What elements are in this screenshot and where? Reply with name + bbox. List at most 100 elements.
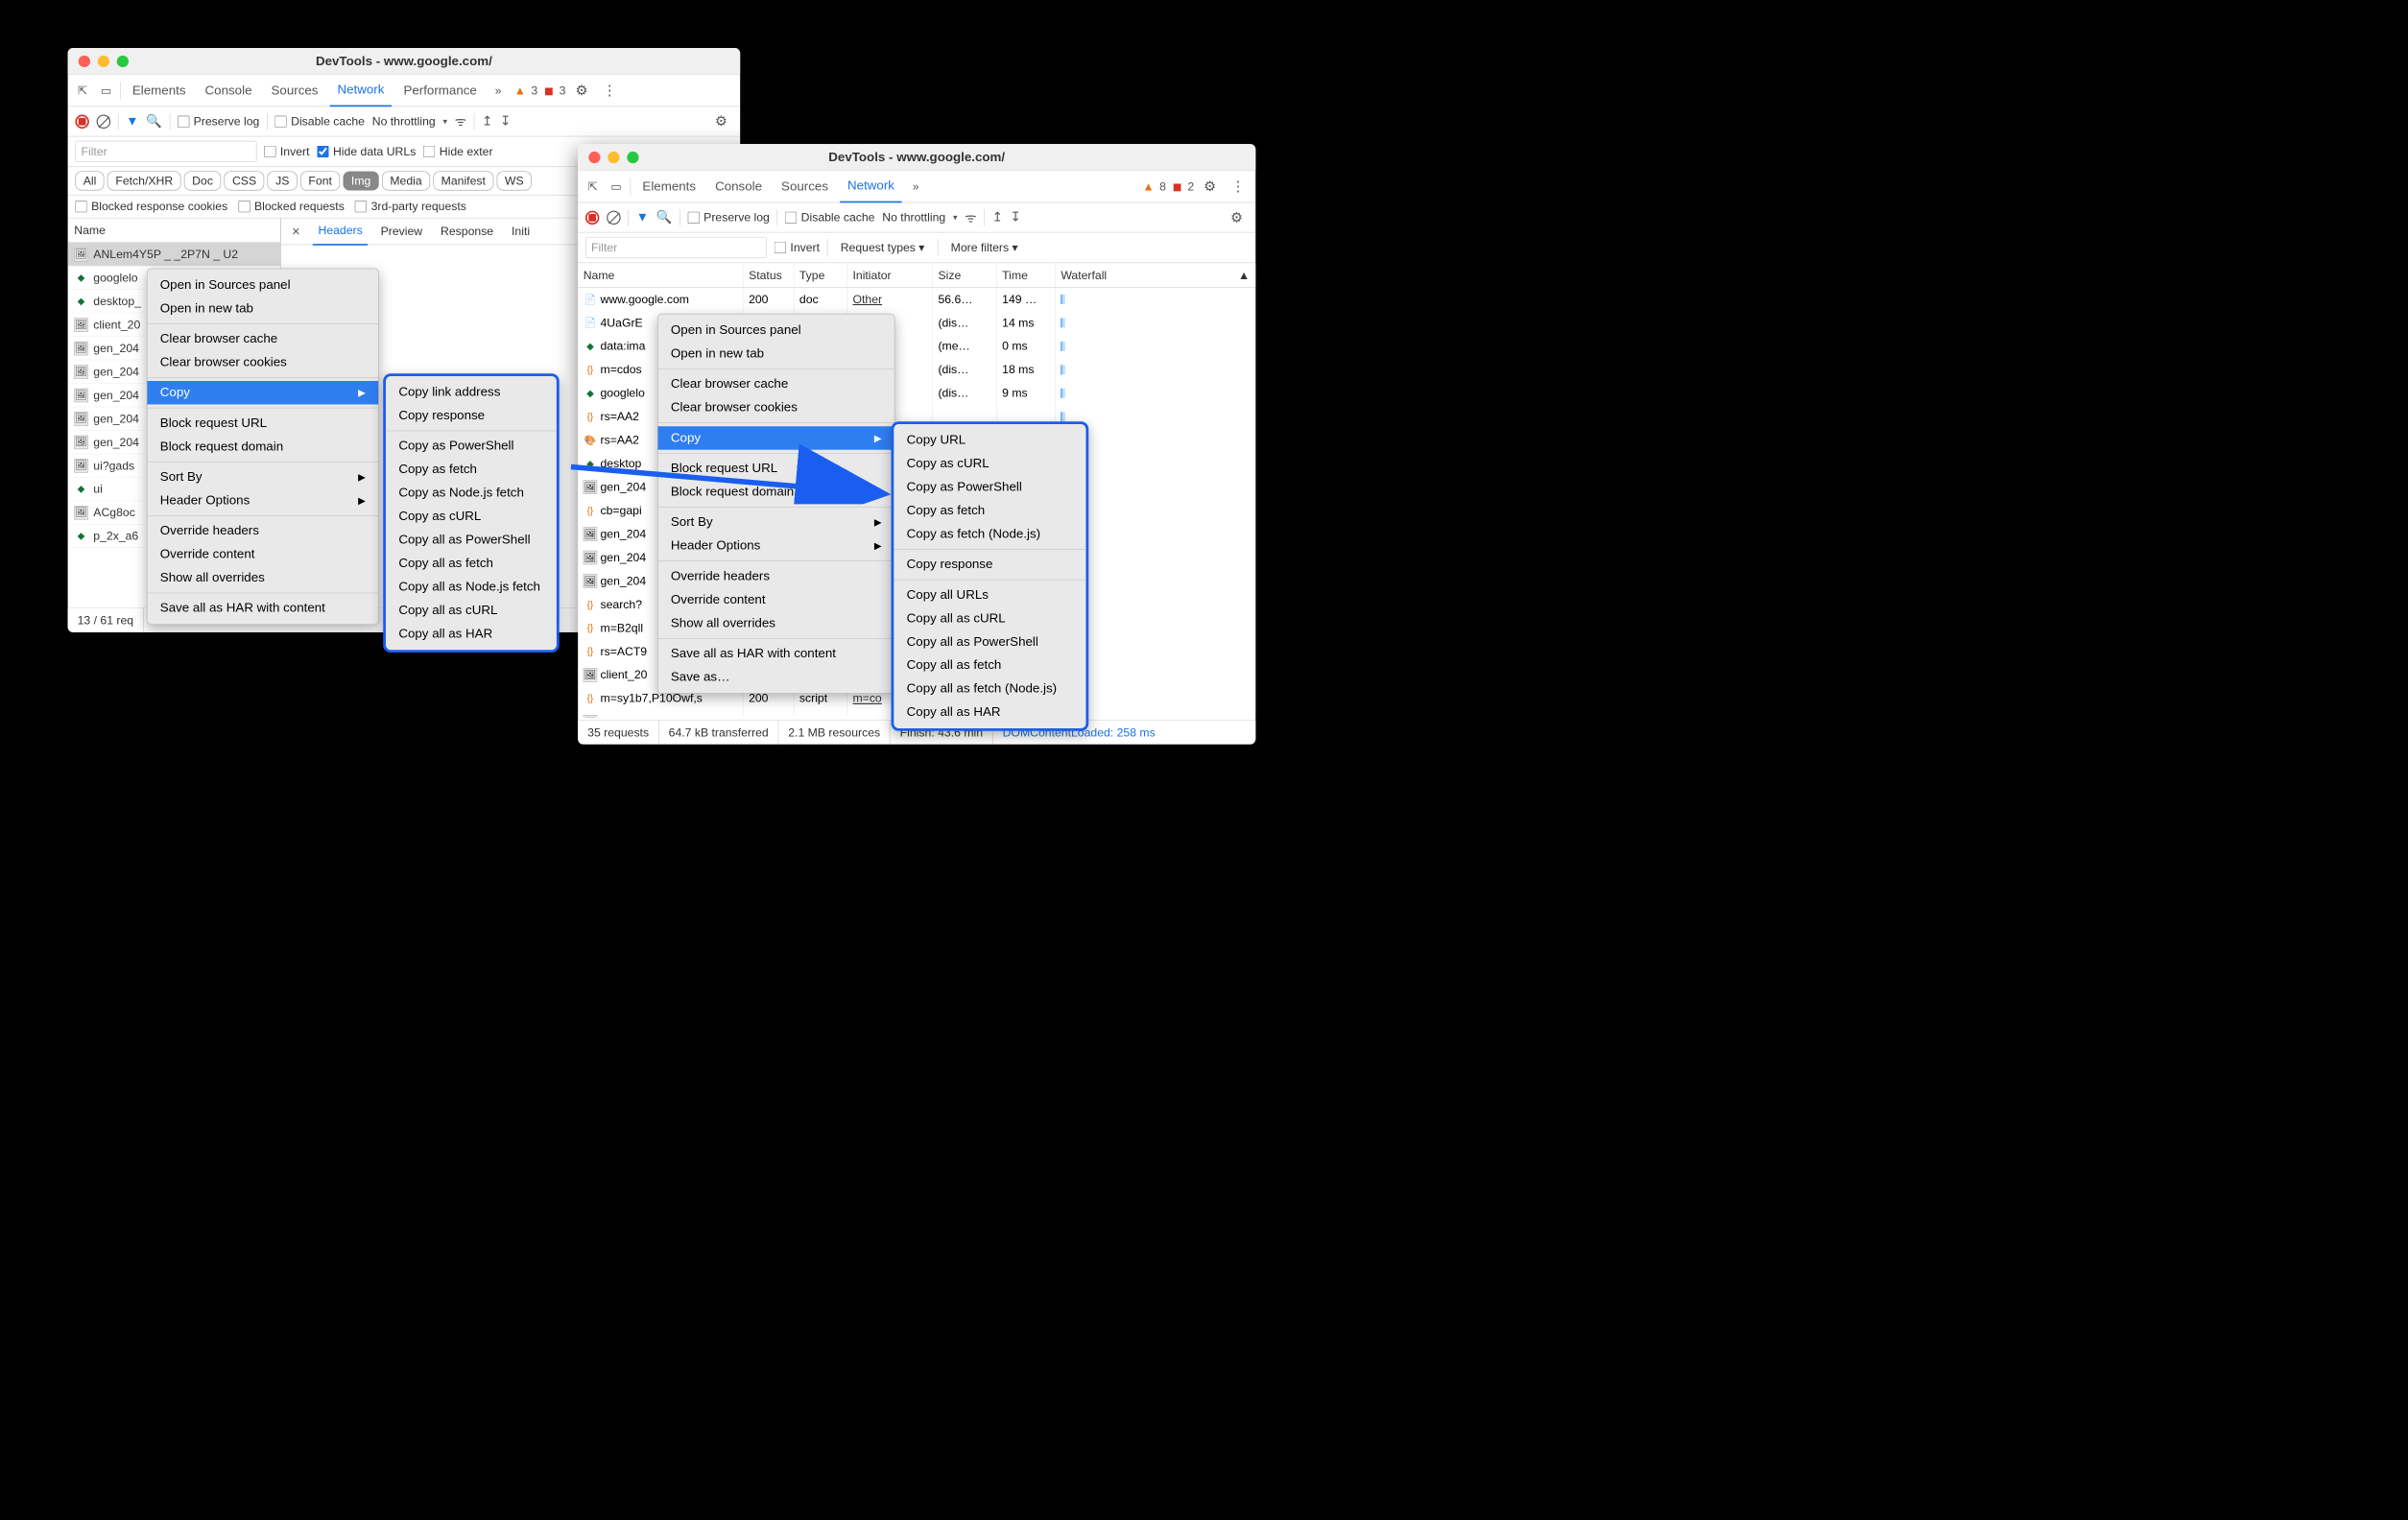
submenu-item[interactable]: Copy all as PowerShell bbox=[386, 528, 557, 551]
tab-network[interactable]: Network bbox=[840, 170, 902, 202]
submenu-item[interactable]: Copy all as cURL bbox=[386, 599, 557, 622]
type-filter-js[interactable]: JS bbox=[268, 171, 298, 190]
more-tabs-icon[interactable]: » bbox=[489, 81, 508, 100]
initiator-cell[interactable]: Other bbox=[847, 288, 933, 311]
wifi-icon[interactable]: ᯤ bbox=[965, 208, 976, 226]
submenu-item[interactable]: Copy as cURL bbox=[386, 505, 557, 528]
menu-item[interactable]: Header Options▶ bbox=[658, 534, 894, 558]
extra-filter-checkbox[interactable]: Blocked response cookies bbox=[75, 200, 227, 213]
extra-filter-checkbox[interactable]: 3rd-party requests bbox=[355, 200, 466, 213]
inspect-icon[interactable]: ⇱ bbox=[73, 81, 92, 100]
clear-icon[interactable] bbox=[97, 114, 110, 128]
submenu-item[interactable]: Copy URL bbox=[894, 428, 1085, 451]
submenu-item[interactable]: Copy all URLs bbox=[894, 583, 1085, 606]
submenu-item[interactable]: Copy all as HAR bbox=[894, 701, 1085, 724]
record-icon[interactable] bbox=[75, 114, 88, 128]
type-filter-fetch/xhr[interactable]: Fetch/XHR bbox=[107, 171, 181, 190]
error-icon[interactable]: ◼ bbox=[1173, 179, 1182, 193]
request-row[interactable]: 🖼ANLem4Y5P _ _2P7N _ U2 bbox=[68, 243, 281, 266]
submenu-item[interactable]: Copy as PowerShell bbox=[386, 435, 557, 458]
table-row[interactable]: 📄www.google.com 200 doc Other 56.6… 149 … bbox=[578, 288, 1255, 311]
submenu-item[interactable]: Copy as fetch bbox=[386, 458, 557, 481]
type-filter-doc[interactable]: Doc bbox=[184, 171, 221, 190]
close-icon[interactable] bbox=[79, 56, 90, 67]
tab-sources[interactable]: Sources bbox=[264, 75, 326, 106]
menu-item[interactable]: Clear browser cache bbox=[147, 327, 378, 350]
type-filter-media[interactable]: Media bbox=[382, 171, 430, 190]
search-icon[interactable]: 🔍 bbox=[656, 210, 673, 226]
menu-item[interactable]: Override headers bbox=[658, 564, 894, 587]
minimize-icon[interactable] bbox=[98, 56, 109, 67]
menu-item[interactable]: Open in new tab bbox=[147, 297, 378, 320]
submenu-item[interactable]: Copy all as Node.js fetch bbox=[386, 575, 557, 598]
disable-cache-checkbox[interactable]: Disable cache bbox=[274, 114, 365, 128]
type-filter-font[interactable]: Font bbox=[300, 171, 340, 190]
minimize-icon[interactable] bbox=[608, 152, 619, 163]
wifi-icon[interactable]: ᯤ bbox=[455, 112, 466, 130]
type-filter-manifest[interactable]: Manifest bbox=[433, 171, 493, 190]
menu-item[interactable]: Clear browser cookies bbox=[658, 396, 894, 419]
panel-settings-icon[interactable]: ⚙ bbox=[709, 113, 732, 130]
tab-initiator[interactable]: Initi bbox=[506, 218, 535, 245]
device-icon[interactable]: ▭ bbox=[97, 81, 116, 100]
maximize-icon[interactable] bbox=[627, 152, 638, 163]
submenu-item[interactable]: Copy all as fetch bbox=[386, 552, 557, 575]
filter-icon[interactable]: ▼ bbox=[636, 210, 649, 226]
tab-elements[interactable]: Elements bbox=[635, 171, 703, 202]
menu-item[interactable]: Copy▶ bbox=[658, 426, 894, 449]
menu-item[interactable]: Override headers bbox=[147, 519, 378, 542]
tab-network[interactable]: Network bbox=[330, 74, 393, 107]
menu-item[interactable]: Sort By▶ bbox=[147, 465, 378, 488]
device-icon[interactable]: ▭ bbox=[607, 177, 626, 196]
tab-headers[interactable]: Headers bbox=[313, 217, 368, 245]
filter-input[interactable]: Filter bbox=[75, 141, 256, 162]
download-icon[interactable]: ↧ bbox=[500, 113, 511, 129]
type-filter-ws[interactable]: WS bbox=[497, 171, 532, 190]
upload-icon[interactable]: ↥ bbox=[482, 113, 492, 129]
tab-elements[interactable]: Elements bbox=[125, 75, 193, 106]
throttling-select[interactable]: No throttling bbox=[372, 114, 436, 128]
close-detail-icon[interactable]: × bbox=[287, 223, 306, 239]
menu-item[interactable]: Sort By▶ bbox=[658, 511, 894, 534]
disable-cache-checkbox[interactable]: Disable cache bbox=[785, 210, 875, 224]
submenu-item[interactable]: Copy as PowerShell bbox=[894, 475, 1085, 498]
throttling-select[interactable]: No throttling bbox=[882, 210, 945, 224]
menu-item[interactable]: Save all as HAR with content bbox=[658, 642, 894, 665]
menu-item[interactable]: Clear browser cache bbox=[658, 372, 894, 395]
window-controls[interactable] bbox=[79, 56, 129, 67]
tab-sources[interactable]: Sources bbox=[774, 171, 836, 202]
window-controls[interactable] bbox=[588, 152, 638, 163]
submenu-item[interactable]: Copy as fetch (Node.js) bbox=[894, 522, 1085, 545]
preserve-log-checkbox[interactable]: Preserve log bbox=[687, 210, 769, 224]
upload-icon[interactable]: ↥ bbox=[992, 210, 1003, 226]
panel-settings-icon[interactable]: ⚙ bbox=[1225, 209, 1248, 226]
close-icon[interactable] bbox=[588, 152, 600, 163]
menu-item[interactable]: Show all overrides bbox=[658, 611, 894, 634]
error-icon[interactable]: ◼ bbox=[544, 83, 554, 97]
preserve-log-checkbox[interactable]: Preserve log bbox=[178, 114, 259, 128]
menu-item[interactable]: Open in new tab bbox=[658, 342, 894, 365]
menu-item[interactable]: Open in Sources panel bbox=[658, 319, 894, 342]
menu-item[interactable]: Clear browser cookies bbox=[147, 350, 378, 373]
download-icon[interactable]: ↧ bbox=[1011, 210, 1021, 226]
tab-preview[interactable]: Preview bbox=[375, 218, 428, 245]
submenu-item[interactable]: Copy as fetch bbox=[894, 499, 1085, 522]
submenu-item[interactable]: Copy all as fetch (Node.js) bbox=[894, 677, 1085, 701]
submenu-item[interactable]: Copy response bbox=[894, 553, 1085, 576]
warning-icon[interactable]: ▲ bbox=[514, 83, 526, 97]
submenu-item[interactable]: Copy link address bbox=[386, 380, 557, 403]
search-icon[interactable]: 🔍 bbox=[146, 113, 162, 129]
submenu-item[interactable]: Copy as cURL bbox=[894, 452, 1085, 475]
submenu-item[interactable]: Copy all as fetch bbox=[894, 653, 1085, 677]
menu-item[interactable]: Override content bbox=[658, 588, 894, 611]
hide-ext-checkbox[interactable]: Hide exter bbox=[423, 145, 492, 158]
menu-item[interactable]: Show all overrides bbox=[147, 566, 378, 589]
submenu-item[interactable]: Copy as Node.js fetch bbox=[386, 482, 557, 505]
tab-performance[interactable]: Performance bbox=[396, 75, 485, 106]
menu-item[interactable]: Override content bbox=[147, 542, 378, 565]
hide-data-urls-checkbox[interactable]: Hide data URLs bbox=[317, 145, 416, 158]
type-filter-all[interactable]: All bbox=[75, 171, 104, 190]
settings-icon[interactable]: ⚙ bbox=[570, 83, 593, 99]
more-icon[interactable]: ⋮ bbox=[597, 83, 622, 99]
tab-console[interactable]: Console bbox=[707, 171, 770, 202]
